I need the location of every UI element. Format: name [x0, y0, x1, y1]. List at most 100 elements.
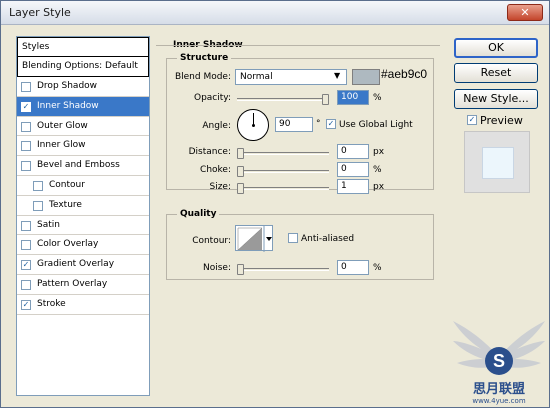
style-item-label: Bevel and Emboss: [37, 160, 120, 171]
use-global-light-label: Use Global Light: [339, 120, 413, 130]
style-item-label: Inner Glow: [37, 140, 86, 151]
choke-slider[interactable]: [237, 166, 329, 177]
style-checkbox[interactable]: [21, 121, 31, 132]
noise-label: Noise:: [203, 263, 231, 273]
contour-label: Contour:: [192, 236, 231, 246]
styles-list: Styles Blending Options: Default Drop Sh…: [16, 36, 150, 396]
preview-thumbnail: [482, 147, 514, 179]
style-item-inner-shadow[interactable]: ✓ Inner Shadow: [17, 96, 149, 117]
panel-divider: [156, 45, 440, 46]
style-checkbox[interactable]: ✓: [21, 260, 31, 271]
chevron-down-icon: ▼: [334, 71, 341, 80]
style-item-label: Color Overlay: [37, 239, 99, 250]
style-item-label: Pattern Overlay: [37, 278, 108, 289]
style-checkbox[interactable]: [21, 82, 31, 92]
close-button[interactable]: ✕: [507, 4, 543, 21]
angle-center-dot: [252, 124, 255, 127]
choke-input[interactable]: 0: [337, 162, 369, 177]
structure-group: Structure Blend Mode: Normal ▼ #aeb9c0 O…: [166, 53, 434, 194]
style-checkbox[interactable]: [21, 240, 31, 251]
structure-legend: Structure: [177, 53, 232, 63]
style-checkbox[interactable]: ✓: [21, 101, 31, 112]
style-item-inner-glow[interactable]: Inner Glow: [17, 136, 149, 157]
size-slider-thumb[interactable]: [237, 183, 244, 194]
opacity-input[interactable]: 100: [337, 90, 369, 105]
window-title: Layer Style: [9, 6, 71, 19]
choke-slider-thumb[interactable]: [237, 166, 244, 177]
style-item-satin[interactable]: Satin: [17, 216, 149, 236]
angle-unit: °: [316, 119, 321, 129]
style-item-label: Contour: [49, 179, 85, 190]
noise-slider[interactable]: [237, 264, 329, 275]
style-item-bevel-and-emboss[interactable]: Bevel and Emboss: [17, 156, 149, 176]
style-checkbox[interactable]: [21, 279, 31, 290]
contour-preview-icon: [237, 226, 272, 252]
blend-mode-value: Normal: [240, 72, 273, 82]
title-bar[interactable]: Layer Style ✕: [1, 1, 549, 25]
style-item-label: Satin: [37, 219, 60, 230]
contour-picker[interactable]: [235, 225, 273, 252]
angle-input[interactable]: 90: [275, 117, 313, 132]
blending-options-item[interactable]: Blending Options: Default: [17, 57, 149, 77]
size-unit: px: [373, 182, 385, 192]
opacity-unit: %: [373, 93, 382, 103]
noise-slider-thumb[interactable]: [237, 264, 244, 275]
layer-style-window: Layer Style ✕ Styles Blending Options: D…: [0, 0, 550, 408]
style-item-drop-shadow[interactable]: Drop Shadow: [17, 77, 149, 97]
preview-label: Preview: [480, 114, 523, 127]
style-item-label: Drop Shadow: [37, 81, 98, 91]
angle-dial[interactable]: [237, 109, 269, 141]
style-item-stroke[interactable]: ✓ Stroke: [17, 295, 149, 315]
blend-mode-select[interactable]: Normal ▼: [235, 69, 347, 85]
reset-button[interactable]: Reset: [454, 63, 538, 83]
style-checkbox[interactable]: [21, 220, 31, 231]
style-item-label: Texture: [49, 199, 82, 210]
noise-input[interactable]: 0: [337, 260, 369, 275]
size-slider[interactable]: [237, 183, 329, 194]
ok-button[interactable]: OK: [454, 38, 538, 58]
new-style-button[interactable]: New Style...: [454, 89, 538, 109]
watermark-text: 思月联盟: [473, 381, 525, 397]
distance-label: Distance:: [188, 147, 231, 157]
style-item-label: Stroke: [37, 298, 66, 309]
style-item-contour[interactable]: Contour: [17, 176, 149, 196]
shadow-color-swatch[interactable]: [352, 69, 380, 85]
distance-slider-thumb[interactable]: [237, 148, 244, 159]
use-global-light-checkbox[interactable]: ✓: [326, 119, 336, 129]
opacity-label: Opacity:: [194, 93, 231, 103]
choke-unit: %: [373, 165, 382, 175]
quality-legend: Quality: [177, 209, 220, 219]
style-item-label: Outer Glow: [37, 120, 88, 131]
distance-slider[interactable]: [237, 148, 329, 159]
opacity-slider-thumb[interactable]: [322, 94, 329, 105]
site-watermark-logo: S 思月联盟 www.4yue.com: [453, 321, 545, 405]
style-items: Drop Shadow ✓ Inner Shadow Outer Glow Inner …: [17, 77, 149, 315]
style-checkbox[interactable]: ✓: [21, 299, 31, 310]
blend-mode-label: Blend Mode:: [174, 72, 231, 82]
preview-checkbox[interactable]: ✓: [467, 115, 477, 125]
watermark-url: www.4yue.com: [472, 397, 525, 405]
quality-group: Quality Contour: Anti-aliased Noise: 0 %: [166, 209, 434, 280]
style-item-gradient-overlay[interactable]: ✓ Gradient Overlay: [17, 255, 149, 275]
distance-unit: px: [373, 147, 385, 157]
opacity-slider[interactable]: [237, 94, 329, 105]
style-checkbox[interactable]: [21, 141, 31, 152]
distance-input[interactable]: 0: [337, 144, 369, 159]
size-label: Size:: [209, 182, 231, 192]
style-item-label: Inner Shadow: [37, 100, 99, 111]
style-item-texture[interactable]: Texture: [17, 196, 149, 216]
style-item-pattern-overlay[interactable]: Pattern Overlay: [17, 275, 149, 295]
style-item-outer-glow[interactable]: Outer Glow: [17, 117, 149, 137]
angle-label: Angle:: [202, 121, 231, 131]
style-item-color-overlay[interactable]: Color Overlay: [17, 235, 149, 256]
anti-aliased-checkbox[interactable]: [288, 233, 298, 243]
styles-header[interactable]: Styles: [17, 37, 149, 57]
shadow-color-hex: #aeb9c0: [381, 67, 428, 81]
style-checkbox[interactable]: [33, 180, 43, 191]
size-input[interactable]: 1: [337, 179, 369, 194]
style-checkbox[interactable]: [33, 200, 43, 211]
preview-swatch: [464, 131, 530, 193]
style-checkbox[interactable]: [21, 161, 31, 172]
style-item-label: Gradient Overlay: [37, 259, 115, 270]
noise-unit: %: [373, 263, 382, 273]
